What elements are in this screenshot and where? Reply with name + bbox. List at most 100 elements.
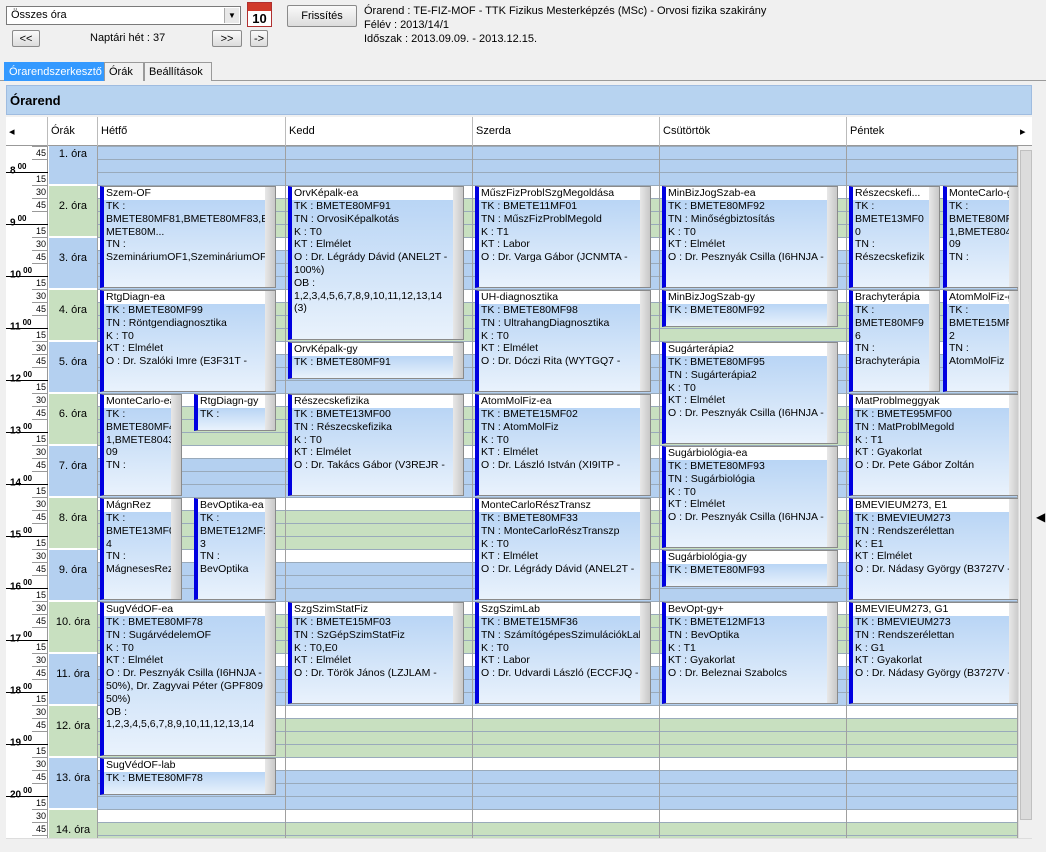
event-scrollbar[interactable]	[171, 395, 181, 495]
minute-line	[32, 341, 48, 342]
event-card[interactable]: AtomMolFiz-ea TK : BMETE15MF02 TN : AtomMo…	[475, 394, 651, 496]
period-cell[interactable]: 1. óra	[48, 146, 98, 185]
day-column-divider	[97, 146, 98, 838]
event-scrollbar[interactable]	[640, 187, 650, 287]
event-card[interactable]: BevOpt-gy+ TK : BMETE12MF13 TN : BevOptika…	[662, 602, 838, 704]
event-card[interactable]: BMEVIEUM273, G1 TK : BMEVIEUM273 TN : Rend…	[849, 602, 1018, 704]
event-scrollbar[interactable]	[265, 395, 275, 430]
event-card[interactable]: SugVédOF-lab TK : BMETE80MF78	[100, 758, 276, 795]
event-scrollbar[interactable]	[265, 187, 275, 287]
event-title: MűszFizProblSzgMegoldása	[479, 187, 650, 200]
event-scrollbar[interactable]	[453, 395, 463, 495]
event-scrollbar[interactable]	[1009, 395, 1018, 495]
event-scrollbar[interactable]	[827, 551, 837, 586]
period-cell[interactable]: 11. óra	[48, 653, 98, 705]
scroll-right-icon[interactable]: ▸	[1018, 117, 1032, 146]
event-card[interactable]: OrvKépalk-ea TK : BMETE80MF91 TN : OrvosiK…	[288, 186, 464, 340]
event-scrollbar[interactable]	[640, 395, 650, 495]
period-cell[interactable]: 3. óra	[48, 237, 98, 289]
event-detail-line: TK :	[106, 512, 126, 524]
horizontal-scrollbar[interactable]	[6, 838, 1032, 852]
event-scrollbar[interactable]	[265, 291, 275, 391]
event-card[interactable]: SzgSzimLab TK : BMETE15MF36 TN : Számítógé…	[475, 602, 651, 704]
event-card[interactable]: BevOptika-ea TK : BMETE12MF1 3 TN : BevOptika	[194, 498, 276, 600]
tab-schedule-editor[interactable]: Órarendszerkesztő	[4, 62, 104, 81]
event-card[interactable]: MonteCarlo-ea TK : BMETE80MF4 1,BMETE8043 09…	[100, 394, 182, 496]
period-cell[interactable]: 14. óra	[48, 809, 98, 838]
scroll-left-icon[interactable]: ◂	[6, 117, 48, 146]
event-detail-line: BMETE12MF1	[200, 524, 269, 537]
event-card[interactable]: MonteCarlo-gy TK : BMETE80MF4 1,BMETE8043 09…	[943, 186, 1018, 288]
event-card[interactable]: AtomMolFiz-gy TK : BMETE15MF0 2 TN : AtomMolF…	[943, 290, 1018, 392]
prev-week-button[interactable]: <<	[12, 30, 40, 47]
event-scrollbar[interactable]	[453, 343, 463, 378]
event-scrollbar[interactable]	[929, 291, 939, 391]
period-cell[interactable]: 5. óra	[48, 341, 98, 393]
period-cell[interactable]: 9. óra	[48, 549, 98, 601]
event-scrollbar[interactable]	[827, 343, 837, 443]
event-scrollbar[interactable]	[827, 603, 837, 703]
vertical-scrollbar[interactable]	[1018, 146, 1032, 838]
event-card[interactable]: RtgDiagn-gy TK :	[194, 394, 276, 431]
event-card[interactable]: MinBizJogSzab-ea TK : BMETE80MF92 TN : Min…	[662, 186, 838, 288]
chevron-down-icon[interactable]: ▼	[224, 8, 239, 23]
event-card[interactable]: Sugárbiológia-ea TK : BMETE80MF93 TN : Sug…	[662, 446, 838, 548]
event-scrollbar[interactable]	[827, 447, 837, 547]
event-scrollbar[interactable]	[827, 187, 837, 287]
event-card[interactable]: RtgDiagn-ea TK : BMETE80MF99 TN : Röntgend…	[100, 290, 276, 392]
jump-button[interactable]: ->	[250, 30, 268, 47]
period-cell[interactable]: 8. óra	[48, 497, 98, 549]
event-detail-line: O : Dr. Légrády Dávid (ANEL2T -	[294, 251, 448, 264]
period-cell[interactable]: 13. óra	[48, 757, 98, 809]
event-card[interactable]: Brachyterápia TK : BMETE80MF9 6 TN : Brachyte…	[849, 290, 940, 392]
event-detail-line: TK : BMETE80MF99	[106, 304, 203, 316]
event-scrollbar[interactable]	[1009, 187, 1018, 287]
event-card[interactable]: MatProblmeggyak TK : BMETE95MF00 TN : MatP…	[849, 394, 1018, 496]
calendar-icon[interactable]: 10	[247, 2, 272, 27]
minute-label: 45	[35, 304, 46, 314]
event-scrollbar[interactable]	[453, 187, 463, 339]
next-week-button[interactable]: >>	[212, 30, 242, 47]
event-card[interactable]: Sugárterápia2 TK : BMETE80MF95 TN : Sugárt…	[662, 342, 838, 444]
period-cell[interactable]: 12. óra	[48, 705, 98, 757]
tab-classes[interactable]: Órák	[104, 62, 144, 81]
event-card[interactable]: UH-diagnosztika TK : BMETE80MF98 TN : Ultr…	[475, 290, 651, 392]
event-scrollbar[interactable]	[640, 603, 650, 703]
event-scrollbar[interactable]	[171, 499, 181, 599]
event-card[interactable]: SugVédOF-ea TK : BMETE80MF78 TN : Sugárvéd…	[100, 602, 276, 756]
period-cell[interactable]: 4. óra	[48, 289, 98, 341]
event-card[interactable]: Sugárbiológia-gy TK : BMETE80MF93	[662, 550, 838, 587]
event-scrollbar[interactable]	[827, 291, 837, 326]
period-cell[interactable]: 7. óra	[48, 445, 98, 497]
tab-settings[interactable]: Beállítások	[144, 62, 212, 81]
scroll-thumb[interactable]	[1020, 150, 1032, 820]
event-card[interactable]: Részecskefizika TK : BMETE13MF00 TN : Rész…	[288, 394, 464, 496]
event-scrollbar[interactable]	[1009, 603, 1018, 703]
event-scrollbar[interactable]	[1009, 291, 1018, 391]
event-scrollbar[interactable]	[640, 291, 650, 391]
event-card[interactable]: OrvKépalk-gy TK : BMETE80MF91	[288, 342, 464, 379]
event-scrollbar[interactable]	[265, 499, 275, 599]
course-filter-dropdown[interactable]: Összes óra ▼	[6, 6, 241, 25]
event-card[interactable]: MágnRez TK : BMETE13MF0 4 TN : MágnesesRez	[100, 498, 182, 600]
period-cell[interactable]: 6. óra	[48, 393, 98, 445]
event-scrollbar[interactable]	[453, 603, 463, 703]
event-scrollbar[interactable]	[265, 603, 275, 755]
event-scrollbar[interactable]	[640, 499, 650, 599]
event-scrollbar[interactable]	[265, 759, 275, 794]
minute-line	[32, 445, 48, 446]
event-card[interactable]: SzgSzimStatFiz TK : BMETE15MF03 TN : SzGép…	[288, 602, 464, 704]
hour-line	[6, 432, 48, 433]
event-scrollbar[interactable]	[929, 187, 939, 287]
refresh-button[interactable]: Frissítés	[287, 5, 357, 27]
period-cell[interactable]: 2. óra	[48, 185, 98, 237]
event-card[interactable]: Részecskefi... TK : BMETE13MF0 0 TN : Részecs…	[849, 186, 940, 288]
period-cell[interactable]: 10. óra	[48, 601, 98, 653]
event-card[interactable]: BMEVIEUM273, E1 TK : BMEVIEUM273 TN : Rend…	[849, 498, 1018, 600]
event-card[interactable]: MonteCarloRészTransz TK : BMETE80MF33 TN :…	[475, 498, 651, 600]
collapse-panel-icon[interactable]: ◀	[1036, 510, 1045, 524]
event-card[interactable]: Szem-OF TK : BMETE80MF81,BMETE80MF83,B MET…	[100, 186, 276, 288]
event-card[interactable]: MinBizJogSzab-gy TK : BMETE80MF92	[662, 290, 838, 327]
event-scrollbar[interactable]	[1009, 499, 1018, 599]
event-card[interactable]: MűszFizProblSzgMegoldása TK : BMETE11MF01…	[475, 186, 651, 288]
